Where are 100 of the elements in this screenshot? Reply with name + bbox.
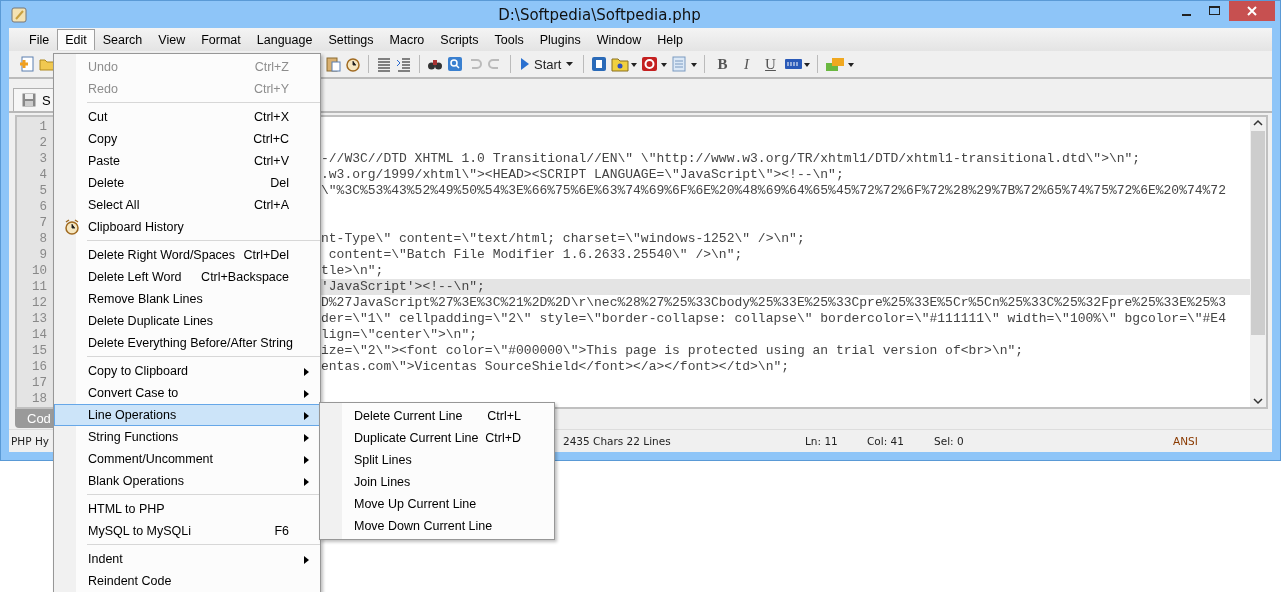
submenu-arrow-icon [304,556,309,564]
code-line: lign=\"center\">\n"; [321,327,479,343]
line-number: 1 [38,119,48,135]
menu-entry[interactable]: Duplicate Current Line Ctrl+D [320,427,554,449]
status-text: 2435 Chars 22 Lines [563,435,671,447]
line-number: 18 [31,391,48,407]
menu-item[interactable]: Window [588,29,650,50]
scroll-down-icon[interactable] [1253,395,1263,407]
code-line: der=\"1\" cellpadding=\"2\" style=\"border-collapse: collapse\" bordercolor=\"#111111\" width=\"100%\" bgcolor=\"#E4 [321,311,1227,327]
menu-item[interactable]: Language [248,29,321,50]
submenu-arrow-icon [304,434,309,442]
scrollbar-thumb[interactable] [1251,131,1265,335]
line-number: 8 [38,231,48,247]
line-number: 11 [31,279,48,295]
menu-entry[interactable]: Join Lines [320,471,554,493]
menu-entry[interactable]: Remove Blank Lines [54,288,320,310]
code-line: .w3.org/1999/xhtml\"><HEAD><SCRIPT LANGUAGE=\"JavaScript\"><!--\n"; [321,167,845,183]
status-text: ANSI [1173,435,1198,447]
vertical-scrollbar[interactable] [1250,117,1266,407]
status-text: Col: 41 [867,435,904,447]
menu-entry[interactable]: Reindent Code [54,570,320,592]
submenu-arrow-icon [304,390,309,398]
folder-dropdown-icon[interactable] [611,56,638,72]
menu-entry[interactable]: Delete Current Line Ctrl+L [320,405,554,427]
menu-entry[interactable]: Delete Everything Before/After String [54,332,320,354]
menu-entry[interactable]: Convert Case to [54,382,320,404]
menu-item[interactable]: Scripts [432,29,487,50]
play-icon [521,58,529,70]
caret-icon [566,62,574,66]
menu-entry[interactable]: Copy Ctrl+C [54,128,320,150]
menu-entry[interactable]: Clipboard History [54,216,320,238]
html-dropdown-icon[interactable] [784,56,811,72]
notepad-icon [11,6,27,23]
menu-item[interactable]: Edit [57,29,95,50]
line-number: 5 [38,183,48,199]
menu-entry[interactable]: Copy to Clipboard [54,360,320,382]
menu-entry[interactable]: Move Down Current Line [320,515,554,537]
line-number: 7 [38,215,48,231]
menu-entry[interactable]: Line Operations [54,404,320,426]
menu-item[interactable]: File [21,29,58,50]
code-line: -//W3C//DTD XHTML 1.0 Transitional//EN\" \"http://www.w3.org/TR/xhtml1/DTD/xhtml1-transitional.dtd\">\n"; [321,151,1142,167]
menu-entry[interactable]: HTML to PHP [54,498,320,520]
menu-entry[interactable]: MySQL to MySQLi F6 [54,520,320,542]
line-number: 15 [31,343,48,359]
menu-entry[interactable]: Delete Left Word Ctrl+Backspace [54,266,320,288]
menu-entry[interactable]: Blank Operations [54,470,320,492]
status-text: PHP Hy [11,435,49,447]
line-number: 9 [38,247,48,263]
menu-entry[interactable]: String Functions [54,426,320,448]
menu-entry[interactable]: Paste Ctrl+V [54,150,320,172]
menu-item[interactable]: Format [193,29,249,50]
line-number: 4 [38,167,48,183]
format-button[interactable]: U [760,55,781,73]
code-line: \"%3C%53%43%52%49%50%54%3E%66%75%6E%63%74%69%6F%6E%20%48%69%64%65%45%72%72%6F%72%28%29%7B%72%65%74%75%72%6E%20%74%72 [321,183,1227,199]
line-number: 13 [31,311,48,327]
menu-entry[interactable]: Indent [54,548,320,570]
code-line: D%27JavaScript%27%3E%3C%21%2D%2D\r\nec%28%27%25%33Cbody%25%33E%25%33Cpre%25%33E%5Cr%5Cn%25%33C%25%32Fpre%25%33E%25%3 [321,295,1227,311]
cards-dropdown-icon[interactable] [825,56,856,72]
menu-item[interactable]: Settings [320,29,382,50]
document-dropdown-icon[interactable] [671,56,698,72]
window-title: D:\Softpedia\Softpedia.php [497,5,702,24]
tab-label: S [42,92,51,108]
menu-item[interactable]: Help [649,29,691,50]
menu-item[interactable]: Macro [381,29,433,50]
status-text: Ln: 11 [805,435,838,447]
menu-item[interactable]: View [150,29,194,50]
indent-icon[interactable] [396,56,412,72]
menu-entry[interactable]: Delete Duplicate Lines [54,310,320,332]
code-line: ize=\"2\"><font color=\"#000000\">This page is protected using an trial version of<br>\n"; [321,343,1025,359]
line-number: 3 [38,151,48,167]
alarm-clock-icon[interactable] [345,56,361,72]
format-button[interactable]: I [736,55,757,73]
submenu-arrow-icon [304,412,309,420]
line-number: 16 [31,359,48,375]
menu-entry[interactable]: Delete Del [54,172,320,194]
minimize-icon [1181,14,1191,16]
circle-dropdown-icon[interactable] [641,56,668,72]
line-number: 2 [38,135,48,151]
code-line: entas.com\">Vicentas SourceShield</font></a></font></td>\n"; [321,359,791,375]
menu-entry[interactable]: Delete Right Word/Spaces Ctrl+Del [54,244,320,266]
menu-item[interactable]: Plugins [531,29,589,50]
submenu-arrow-icon [304,456,309,464]
line-number: 14 [31,327,48,343]
align-lines-icon[interactable] [376,56,392,72]
menu-item[interactable]: Search [94,29,151,50]
menu-item[interactable]: Tools [486,29,532,50]
format-button[interactable]: B [712,55,733,73]
maximize-icon [1208,6,1220,16]
menu-entry[interactable]: Split Lines [320,449,554,471]
save-icon [22,93,36,107]
folder-icon[interactable] [39,56,55,72]
line-number: 12 [31,295,48,311]
close-button[interactable] [1229,1,1275,21]
start-button[interactable]: Start [518,56,577,72]
menu-entry[interactable]: Select All Ctrl+A [54,194,320,216]
code-line: tle>\n"; [321,263,385,279]
page-icon[interactable] [591,56,608,72]
menu-entry[interactable]: Comment/Uncomment [54,448,320,470]
menu-entry[interactable]: Move Up Current Line [320,493,554,515]
search-icon[interactable] [447,56,463,72]
